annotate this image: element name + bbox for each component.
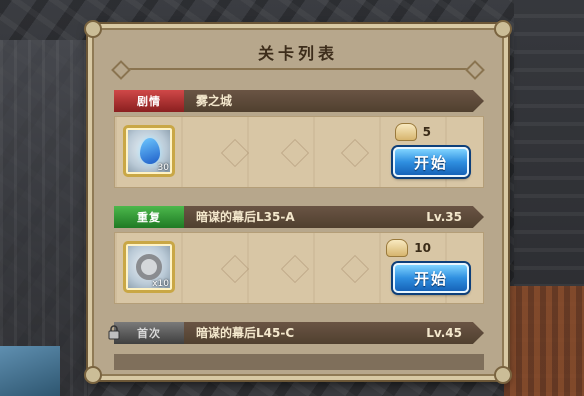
stage-name: 雾之城 — [196, 94, 233, 108]
ring-shape — [136, 254, 162, 280]
stage-name: 暗谋的幕后L35-A — [196, 210, 295, 224]
stage-name: 暗谋的幕后L45-C — [196, 326, 295, 340]
stage-tag-story: 剧情 — [114, 90, 184, 112]
corner-ornament — [494, 366, 512, 384]
stage-list-panel: 关卡列表 剧情 雾之城 30 5 开始 重复 暗谋的幕后L35-A Lv.35 … — [84, 20, 512, 384]
floral-pattern — [220, 138, 250, 168]
corner-ornament — [494, 20, 512, 38]
stage-tag-repeat: 重复 — [114, 206, 184, 228]
item-count: x10 — [152, 279, 169, 289]
stage-header-first[interactable]: 首次 暗谋的幕后L45-C Lv.45 — [114, 322, 484, 344]
cost-value: 10 — [414, 241, 431, 255]
stage-level: Lv.45 — [426, 326, 462, 340]
background-water — [0, 346, 60, 396]
floral-pattern — [280, 254, 310, 284]
blue-crystal-icon[interactable]: 30 — [123, 125, 175, 177]
stamina-cost: 10 — [386, 239, 431, 257]
corner-ornament — [84, 20, 102, 38]
crystal-gem-shape — [140, 138, 160, 164]
floral-pattern — [340, 138, 370, 168]
floral-pattern — [340, 254, 370, 284]
background-building-left — [0, 40, 88, 396]
floral-pattern — [280, 138, 310, 168]
start-button[interactable]: 开始 — [393, 263, 469, 293]
cost-value: 5 — [422, 125, 431, 139]
stamina-cost: 5 — [394, 123, 431, 141]
lock-icon — [108, 325, 120, 340]
background-rooftops — [504, 286, 584, 396]
ring-icon[interactable]: x10 — [123, 241, 175, 293]
stage-row-repeat: x10 10 开始 — [114, 232, 484, 304]
stage-row-story: 30 5 开始 — [114, 116, 484, 188]
corner-ornament — [84, 366, 102, 384]
stage-header-repeat[interactable]: 重复 暗谋的幕后L35-A Lv.35 — [114, 206, 484, 228]
stage-level: Lv.35 — [426, 210, 462, 224]
bread-icon — [386, 239, 409, 257]
floral-pattern — [220, 254, 250, 284]
item-count: 30 — [157, 163, 169, 173]
panel-title: 关卡列表 — [257, 44, 338, 63]
stage-header-story[interactable]: 剧情 雾之城 — [114, 90, 484, 112]
bread-icon — [394, 123, 417, 141]
title-divider — [120, 68, 476, 70]
scroll-more-indicator — [114, 354, 484, 370]
stage-tag-first: 首次 — [114, 322, 184, 344]
start-button[interactable]: 开始 — [393, 147, 469, 177]
